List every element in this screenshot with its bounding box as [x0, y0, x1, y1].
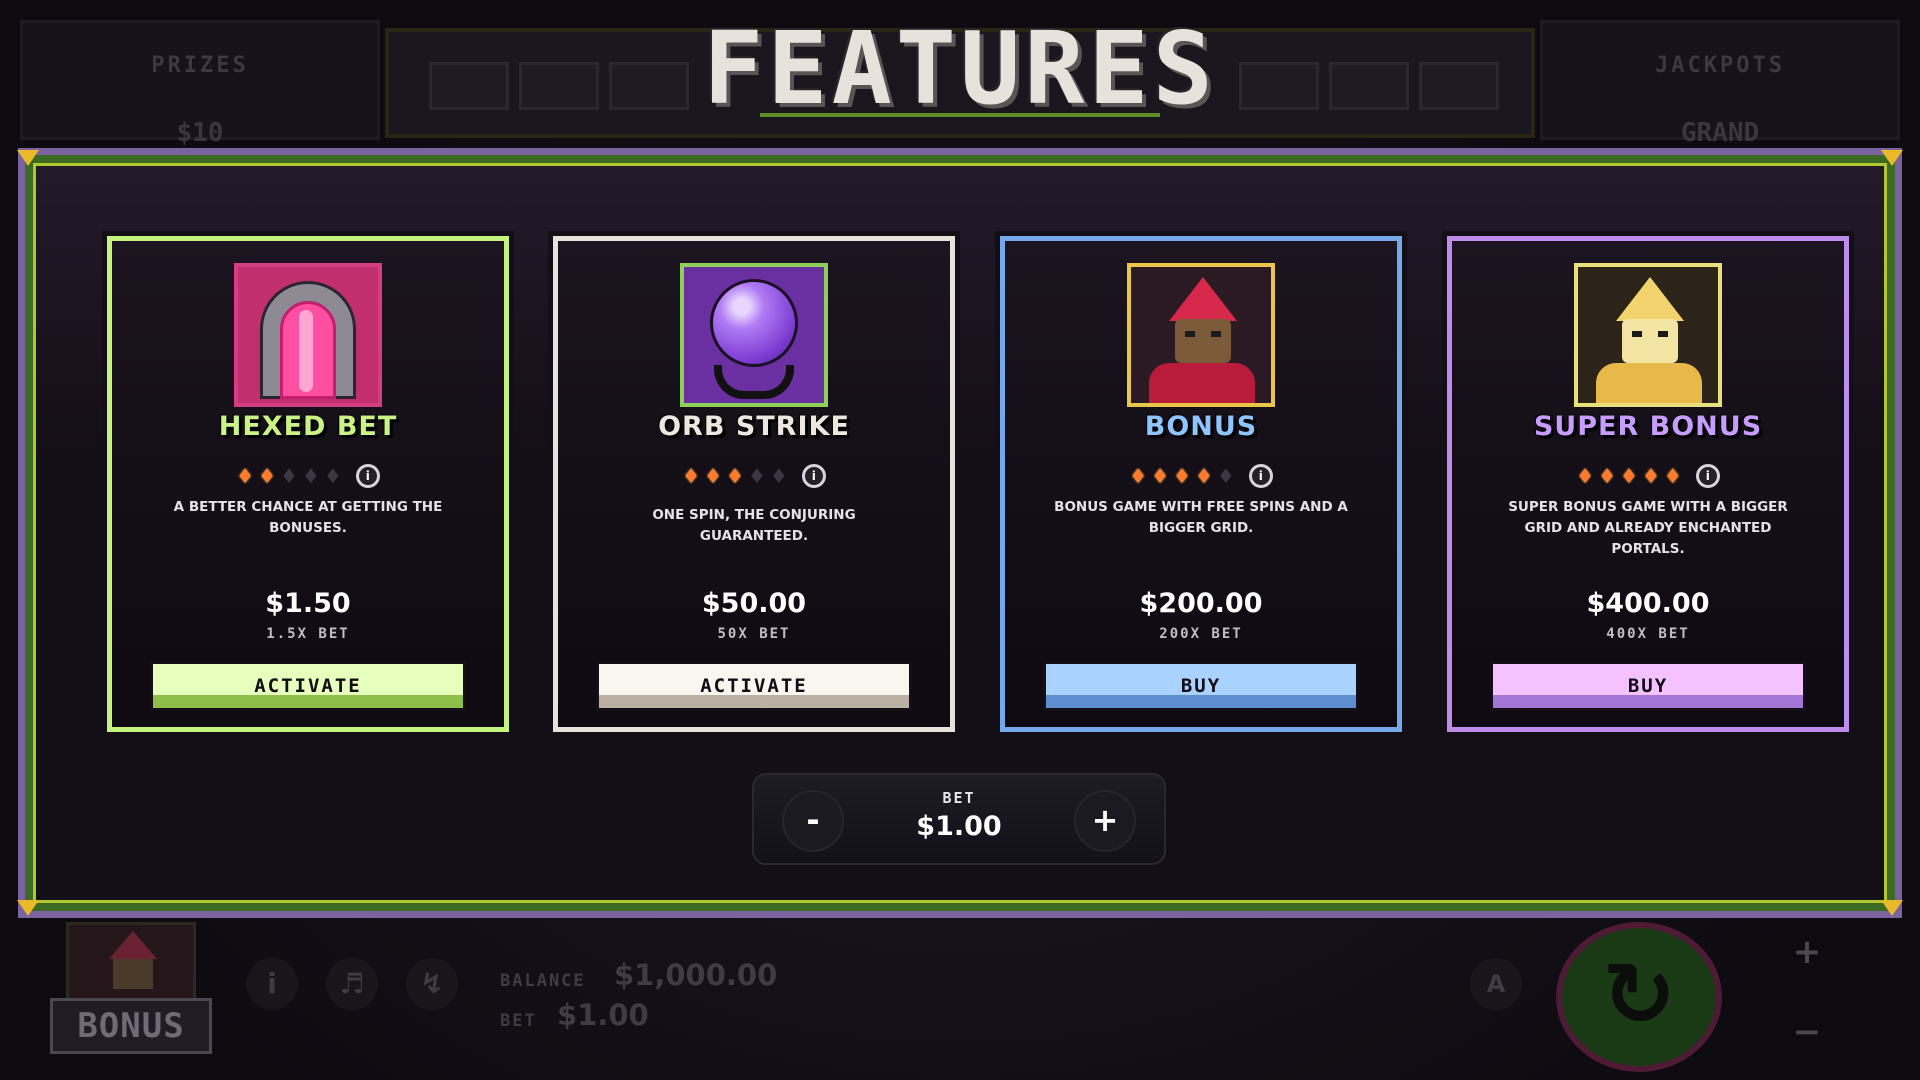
- flame-icon: ♦: [1641, 464, 1660, 488]
- volatility-meter: ♦ ♦ ♦ ♦ ♦ i: [558, 464, 950, 488]
- features-title: FEATURES: [703, 10, 1217, 127]
- card-multiplier: 1.5X BET: [266, 626, 350, 642]
- card-multiplier: 50X BET: [717, 626, 791, 642]
- frame-corner-ornament: [17, 150, 39, 166]
- bet-control: - BET $1.00 +: [752, 773, 1166, 865]
- activate-button[interactable]: ACTIVATE: [596, 661, 912, 711]
- flame-icon: ♦: [1576, 464, 1595, 488]
- card-multiplier: 400X BET: [1606, 626, 1690, 642]
- card-description: One spin, the conjuring guaranteed.: [652, 507, 856, 544]
- title-underline: [760, 113, 1160, 117]
- card-multiplier: 200X BET: [1159, 626, 1243, 642]
- flame-icon: ♦: [236, 464, 255, 488]
- flame-icon: ♦: [726, 464, 744, 488]
- bottom-hud: BONUS i ♬ ↯ BALANCE $1,000.00 BET $1.00 …: [0, 918, 1920, 1080]
- frame-corner-ornament: [1881, 900, 1903, 916]
- flame-icon: ♦: [1194, 464, 1213, 488]
- hud-increase-button[interactable]: +: [1785, 930, 1829, 974]
- increase-bet-button[interactable]: +: [1074, 790, 1136, 852]
- flame-icon: ♦: [1216, 464, 1235, 488]
- card-description: Super bonus game with a bigger grid and …: [1508, 499, 1788, 557]
- card-title: SUPER BONUS: [1533, 411, 1763, 442]
- frame-corner-ornament: [17, 900, 39, 916]
- flame-icon: ♦: [747, 464, 766, 488]
- flame-icon: ♦: [1598, 464, 1617, 488]
- crystal-orb-icon: [680, 263, 828, 407]
- portal-icon: [234, 263, 382, 407]
- flame-icon: ♦: [280, 464, 298, 488]
- flame-icon: ♦: [682, 464, 701, 488]
- card-price: $200.00: [1139, 588, 1263, 619]
- card-description: A better chance at getting the bonuses.: [173, 499, 443, 536]
- frame-corner-ornament: [1881, 150, 1903, 166]
- golden-wizard-icon: [1574, 263, 1722, 407]
- flame-icon: ♦: [1663, 464, 1682, 488]
- flame-icon: ♦: [1620, 464, 1638, 488]
- flame-icon: ♦: [258, 464, 277, 488]
- flame-icon: ♦: [1151, 464, 1170, 488]
- turbo-icon[interactable]: ↯: [406, 958, 458, 1010]
- volatility-meter: ♦ ♦ ♦ ♦ ♦ i: [1452, 464, 1844, 488]
- sound-icon[interactable]: ♬: [326, 958, 378, 1010]
- flame-icon: ♦: [323, 464, 342, 488]
- buy-super-bonus-button[interactable]: BUY: [1490, 661, 1806, 711]
- flame-icon: ♦: [1129, 464, 1148, 488]
- buy-bonus-button[interactable]: BUY: [1043, 661, 1359, 711]
- volatility-meter: ♦ ♦ ♦ ♦ ♦ i: [1005, 464, 1397, 488]
- balance-value: $1,000.00: [614, 958, 778, 992]
- balance-label: BALANCE: [500, 971, 586, 991]
- feature-card-super-bonus: SUPER BONUS ♦ ♦ ♦ ♦ ♦ i Super bonus game…: [1442, 231, 1854, 737]
- flame-icon: ♦: [1173, 464, 1191, 488]
- activate-button[interactable]: ACTIVATE: [150, 661, 466, 711]
- card-description: Bonus game with free spins and a bigger …: [1054, 499, 1348, 536]
- card-title: BONUS: [1144, 411, 1258, 442]
- feature-card-hexed-bet: HEXED BET ♦ ♦ ♦ ♦ ♦ i A better chance at…: [102, 231, 514, 737]
- hud-bonus-button[interactable]: BONUS: [50, 998, 212, 1054]
- info-icon[interactable]: i: [246, 958, 298, 1010]
- card-price: $1.50: [265, 588, 351, 619]
- flame-icon: ♦: [301, 464, 320, 488]
- feature-card-bonus: BONUS ♦ ♦ ♦ ♦ ♦ i Bonus game with free s…: [995, 231, 1407, 737]
- card-price: $400.00: [1586, 588, 1710, 619]
- info-icon[interactable]: i: [1695, 464, 1720, 488]
- autoplay-icon[interactable]: A: [1470, 958, 1522, 1010]
- feature-card-orb-strike: ORB STRIKE ♦ ♦ ♦ ♦ ♦ i One spin, the con…: [548, 231, 960, 737]
- card-title: HEXED BET: [218, 411, 398, 442]
- card-title: ORB STRIKE: [658, 411, 850, 442]
- flame-icon: ♦: [769, 464, 788, 488]
- wizard-icon: [1127, 263, 1275, 407]
- hud-decrease-button[interactable]: −: [1785, 1010, 1829, 1054]
- feature-cards: HEXED BET ♦ ♦ ♦ ♦ ♦ i A better chance at…: [102, 231, 1878, 741]
- spin-button[interactable]: ↻: [1556, 922, 1722, 1072]
- flame-icon: ♦: [704, 464, 723, 488]
- info-icon[interactable]: i: [801, 464, 826, 488]
- hud-bet-value: $1.00: [557, 998, 649, 1032]
- info-icon[interactable]: i: [1248, 464, 1273, 488]
- card-price: $50.00: [701, 588, 807, 619]
- info-icon[interactable]: i: [355, 464, 380, 488]
- volatility-meter: ♦ ♦ ♦ ♦ ♦ i: [112, 464, 504, 488]
- hud-bet-label: BET: [500, 1011, 537, 1031]
